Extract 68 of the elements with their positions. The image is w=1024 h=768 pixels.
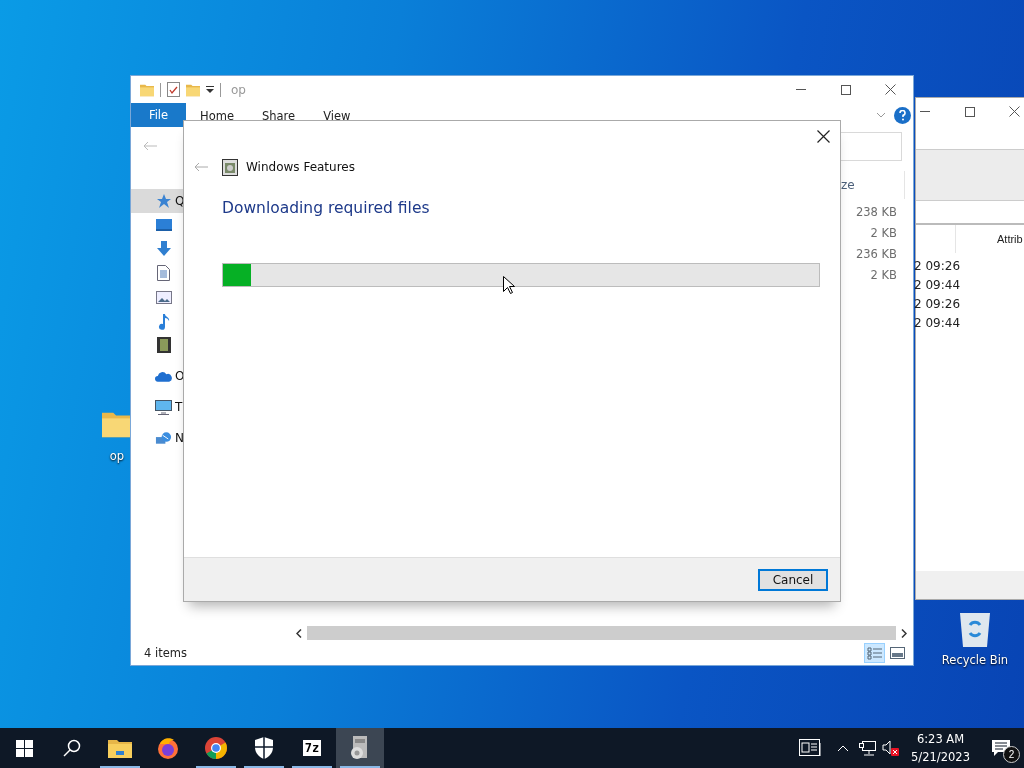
folder-icon — [186, 82, 200, 97]
folder-icon — [108, 738, 132, 758]
maximize-icon — [964, 106, 975, 117]
time-text: 6:23 AM — [916, 731, 965, 748]
date-text: 5/21/2023 — [911, 749, 970, 766]
chevron-down-icon[interactable] — [876, 112, 886, 118]
ribbon-tab[interactable]: View — [309, 109, 365, 123]
minimize-icon — [919, 111, 930, 112]
sidebar-label: T — [175, 400, 183, 414]
film-icon — [156, 337, 171, 353]
shield-icon — [254, 737, 274, 759]
music-note-icon — [157, 312, 170, 330]
close-icon — [817, 130, 830, 143]
taskbar-app-button[interactable] — [336, 728, 384, 768]
close-icon — [1009, 106, 1020, 117]
size-cell-text: 238 KB — [854, 204, 897, 221]
size-cell-text: 2 KB — [869, 225, 897, 242]
close-icon — [885, 84, 896, 95]
dialog-heading: Downloading required files — [222, 199, 431, 217]
down-arrow-icon — [155, 241, 172, 257]
details-view-button[interactable] — [864, 643, 885, 663]
dropdown-icon — [206, 85, 214, 94]
file-tab[interactable]: File — [131, 103, 186, 127]
ribbon-tab[interactable]: Share — [247, 109, 310, 123]
status-text: 4 items — [144, 646, 187, 660]
dialog-title: Windows Features — [246, 160, 355, 174]
sidebar-label: N — [175, 431, 184, 445]
star-icon — [155, 193, 172, 209]
column-header: Attrib — [996, 233, 1023, 245]
recycle-bin-icon — [958, 611, 992, 647]
cancel-button[interactable]: Cancel — [758, 568, 828, 591]
taskbar-app-button[interactable]: 7z — [288, 728, 336, 768]
properties-icon — [167, 82, 180, 97]
fox-globe-icon — [156, 736, 180, 760]
maximize-icon — [840, 84, 851, 95]
monitor-icon — [155, 399, 172, 415]
chrome-icon — [204, 736, 228, 760]
windows-logo-icon — [15, 739, 33, 757]
column-header: ze — [841, 178, 855, 192]
picture-icon — [155, 290, 172, 304]
size-cell-text: 236 KB — [854, 246, 897, 263]
size-cell-text: 2 KB — [869, 267, 897, 284]
notifications-button[interactable]: 2 — [978, 728, 1024, 768]
window-features-icon — [222, 158, 238, 176]
date-cell-text: 2 09:44 — [914, 315, 962, 332]
clock[interactable]: 6:23 AM 5/21/2023 — [903, 730, 978, 766]
network-icon — [155, 430, 172, 446]
sidebar-item[interactable]: N — [131, 426, 184, 450]
desktop-icon — [155, 218, 172, 232]
document-icon — [157, 265, 170, 281]
date-cell-text: 2 09:44 — [914, 277, 962, 294]
date-cell-text: 2 09:26 — [914, 296, 962, 313]
cursor-icon — [503, 276, 515, 294]
close-button[interactable] — [817, 130, 831, 144]
back-arrow-icon — [194, 162, 208, 172]
search-icon — [63, 739, 81, 757]
sidebar-item[interactable]: T — [131, 395, 184, 419]
help-icon[interactable] — [894, 106, 911, 124]
7zip-icon: 7z — [302, 740, 322, 756]
notification-badge: 2 — [1003, 746, 1020, 763]
date-cell-text: 2 09:26 — [914, 258, 962, 275]
desktop-icon-label: op — [109, 449, 125, 463]
desktop-icon-label: Recycle Bin — [941, 653, 1009, 667]
folder-icon — [140, 82, 154, 97]
window-title: op — [231, 82, 246, 97]
cloud-icon — [155, 370, 172, 382]
minimize-icon — [795, 89, 806, 90]
ribbon-tab[interactable]: Home — [186, 109, 248, 123]
